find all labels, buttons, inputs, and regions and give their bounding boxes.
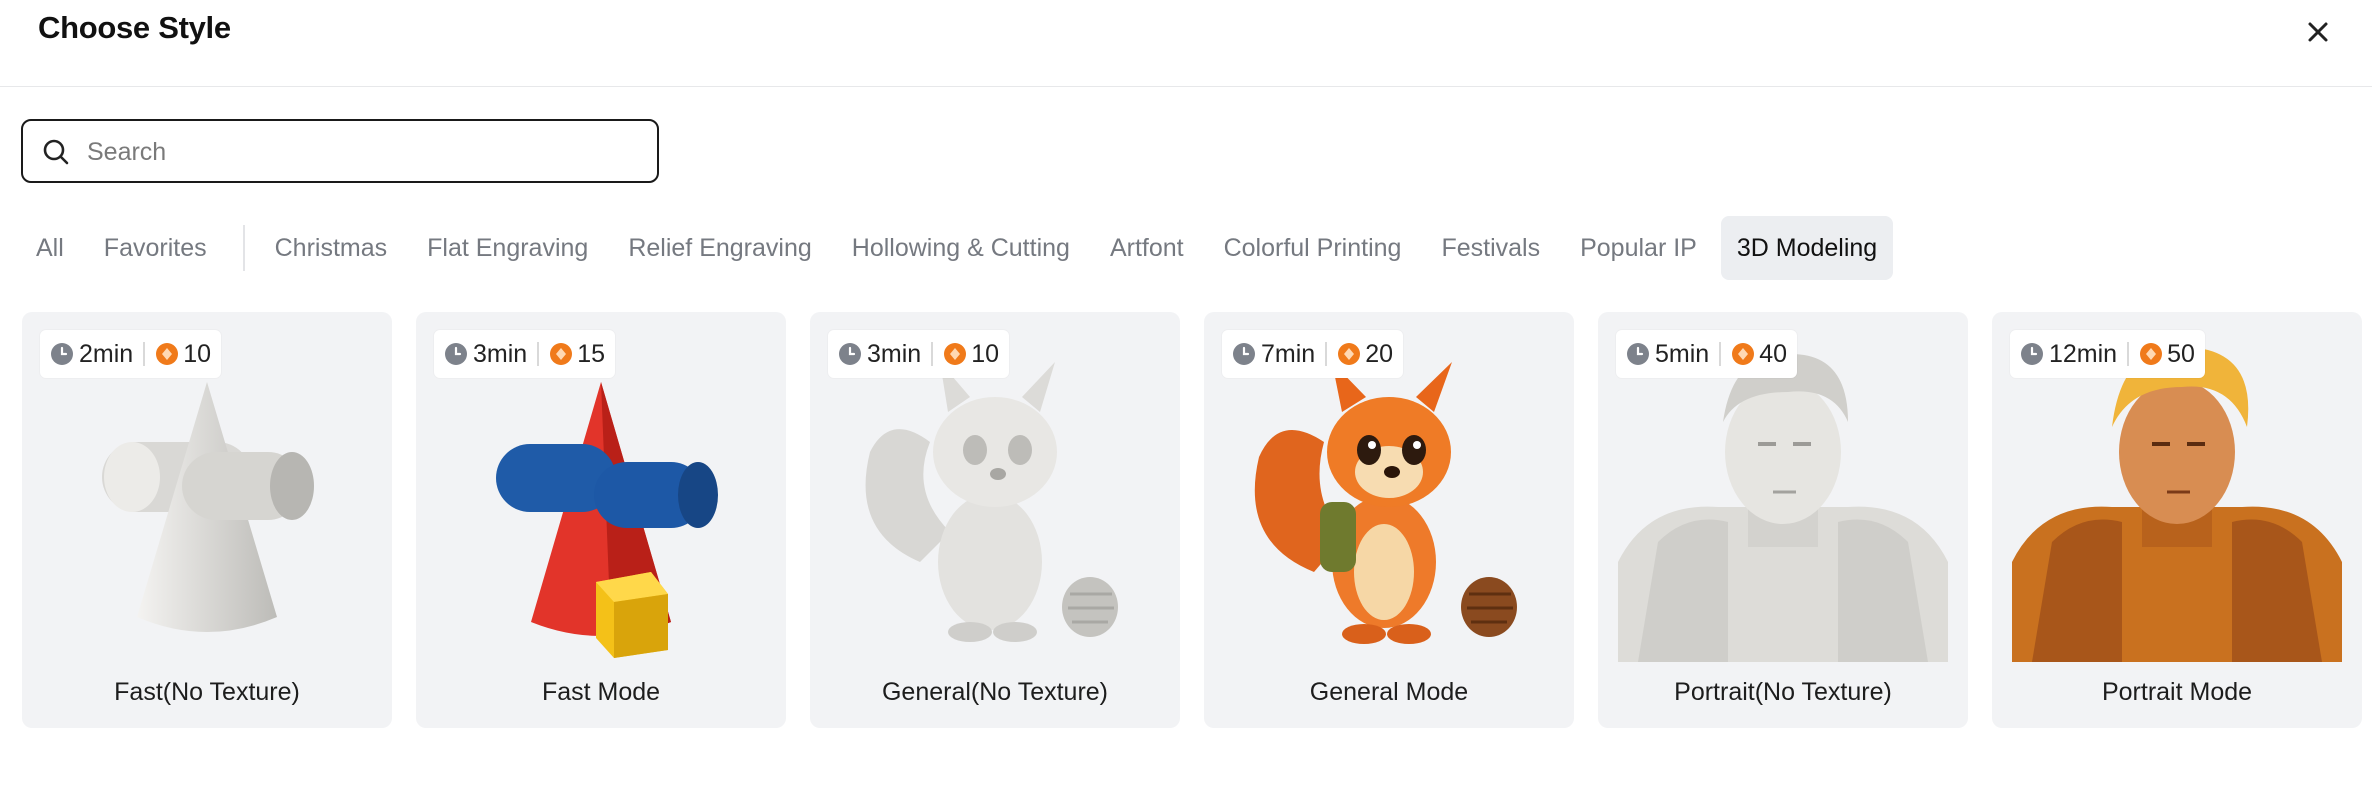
- card-label: Portrait(No Texture): [1674, 678, 1892, 706]
- time-estimate: 7min: [1261, 339, 1316, 368]
- clock-icon: [1232, 342, 1256, 366]
- style-card-grid: 2min 10 Fast(No Texture) 3min 15 Fast Mo…: [22, 312, 2372, 728]
- tab-colorful-printing[interactable]: Colorful Printing: [1208, 216, 1418, 280]
- dialog-header: Choose Style: [0, 0, 2372, 87]
- credit-cost: 20: [1365, 339, 1393, 368]
- tab-all[interactable]: All: [20, 216, 80, 280]
- clock-icon: [444, 342, 468, 366]
- credit-cost: 10: [971, 339, 999, 368]
- tab-festivals[interactable]: Festivals: [1425, 216, 1556, 280]
- color-cone-cylinder-cube-image: [496, 382, 718, 658]
- credit-coin-icon: [155, 342, 179, 366]
- credit-coin-icon: [1731, 342, 1755, 366]
- close-icon[interactable]: [2298, 12, 2338, 52]
- clock-icon: [1626, 342, 1650, 366]
- gray-cone-cylinder-image: [102, 382, 314, 632]
- credit-coin-icon: [943, 342, 967, 366]
- badge-separator: [2127, 342, 2130, 366]
- cost-badge: 7min 20: [1222, 330, 1403, 378]
- time-estimate: 12min: [2049, 339, 2118, 368]
- search-icon: [41, 137, 71, 167]
- category-tabs: All Favorites Christmas Flat Engraving R…: [20, 216, 1901, 280]
- credit-coin-icon: [1337, 342, 1361, 366]
- credit-cost: 40: [1759, 339, 1787, 368]
- card-label: General Mode: [1309, 678, 1469, 706]
- style-card-general-mode[interactable]: 7min 20 General Mode: [1204, 312, 1574, 728]
- card-label: Fast Mode: [541, 678, 661, 706]
- cost-badge: 3min 15: [434, 330, 615, 378]
- style-card-fast-mode[interactable]: 3min 15 Fast Mode: [416, 312, 786, 728]
- credit-cost: 50: [2167, 339, 2195, 368]
- search-box[interactable]: [21, 119, 659, 183]
- tab-popular-ip[interactable]: Popular IP: [1564, 216, 1713, 280]
- style-card-fast-no-texture[interactable]: 2min 10 Fast(No Texture): [22, 312, 392, 728]
- tab-divider: [242, 225, 245, 271]
- badge-separator: [1325, 342, 1328, 366]
- cost-badge: 5min 40: [1616, 330, 1797, 378]
- gray-knight-portrait-image: [1618, 332, 1948, 662]
- credit-cost: 10: [183, 339, 211, 368]
- time-estimate: 5min: [1655, 339, 1710, 368]
- tab-flat-engraving[interactable]: Flat Engraving: [411, 216, 604, 280]
- cost-badge: 3min 10: [828, 330, 1009, 378]
- clock-icon: [50, 342, 74, 366]
- badge-separator: [1719, 342, 1722, 366]
- tab-christmas[interactable]: Christmas: [259, 216, 404, 280]
- card-label: Fast(No Texture): [114, 678, 300, 706]
- gray-squirrel-image: [865, 362, 1118, 642]
- tab-3d-modeling[interactable]: 3D Modeling: [1720, 216, 1894, 280]
- search-input[interactable]: [85, 133, 649, 171]
- tab-artfont[interactable]: Artfont: [1094, 216, 1200, 280]
- cost-badge: 12min 50: [2010, 330, 2205, 378]
- badge-separator: [537, 342, 540, 366]
- cost-badge: 2min 10: [40, 330, 221, 378]
- style-card-portrait-no-texture[interactable]: 5min 40 Portrait(No Texture): [1598, 312, 1968, 728]
- badge-separator: [143, 342, 146, 366]
- credit-coin-icon: [549, 342, 573, 366]
- badge-separator: [931, 342, 934, 366]
- card-label: General(No Texture): [881, 678, 1109, 706]
- time-estimate: 3min: [473, 339, 528, 368]
- style-card-general-no-texture[interactable]: 3min 10 General(No Texture): [810, 312, 1180, 728]
- style-card-portrait-mode[interactable]: 12min 50 Portrait Mode: [1992, 312, 2362, 728]
- credit-coin-icon: [2139, 342, 2163, 366]
- orange-squirrel-image: [1254, 362, 1517, 644]
- tab-relief-engraving[interactable]: Relief Engraving: [612, 216, 827, 280]
- tab-hollowing-cutting[interactable]: Hollowing & Cutting: [836, 216, 1086, 280]
- clock-icon: [838, 342, 862, 366]
- dialog-title: Choose Style: [38, 10, 231, 45]
- tab-favorites[interactable]: Favorites: [88, 216, 223, 280]
- card-label: Portrait Mode: [2101, 678, 2253, 706]
- golden-knight-portrait-image: [2012, 332, 2342, 662]
- clock-icon: [2020, 342, 2044, 366]
- time-estimate: 2min: [79, 339, 134, 368]
- credit-cost: 15: [577, 339, 605, 368]
- time-estimate: 3min: [867, 339, 922, 368]
